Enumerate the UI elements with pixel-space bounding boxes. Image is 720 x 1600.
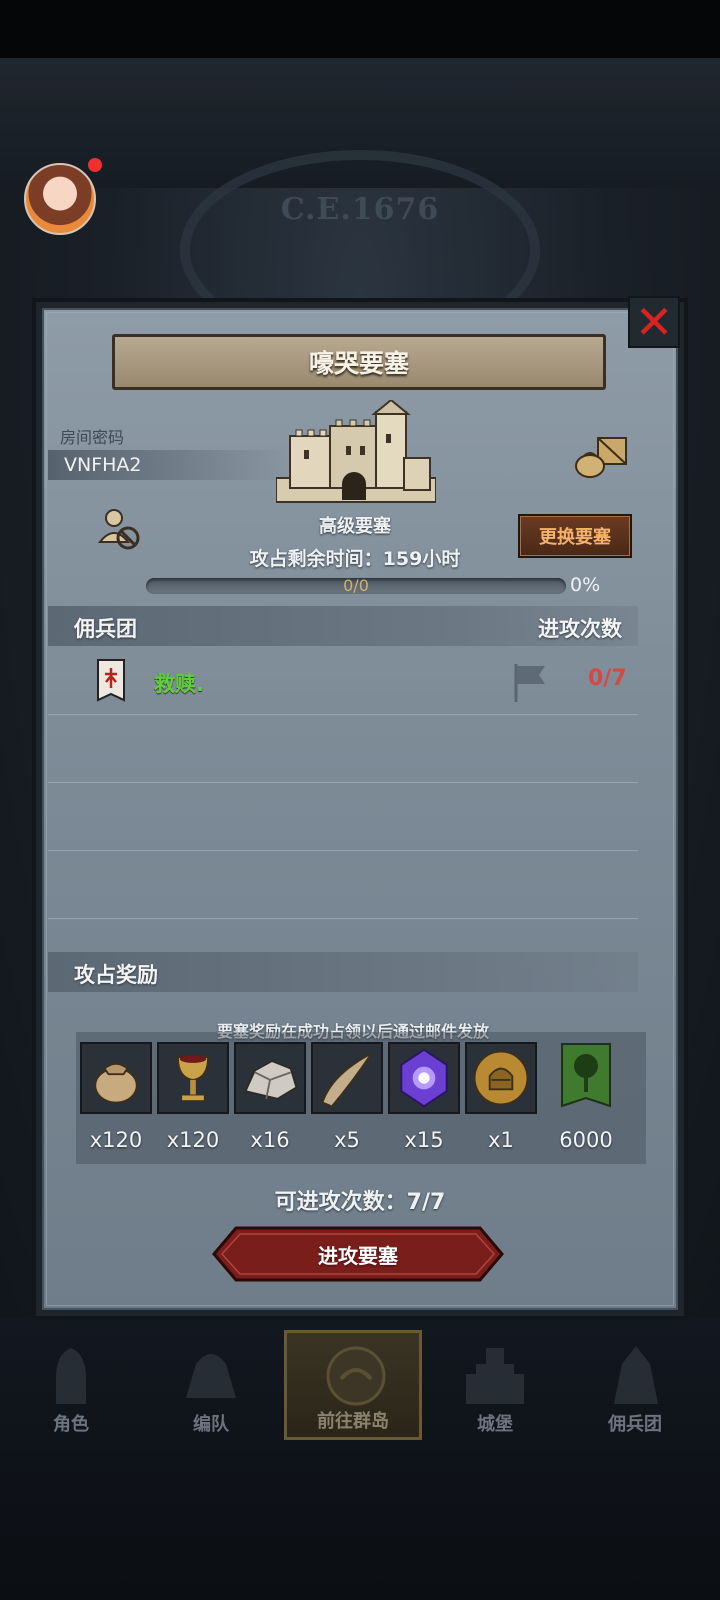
room-code-label: 房间密码 (60, 428, 125, 447)
attack-fortress-label: 进攻要塞 (318, 1244, 398, 1268)
title-banner: 嚎哭要塞 (112, 334, 606, 390)
knight-icon (56, 1348, 86, 1404)
reward-qty: x120 (166, 1128, 220, 1152)
nav-tab-castle[interactable]: 城堡 (430, 1330, 560, 1440)
year-label: C.E.1676 (280, 192, 440, 227)
row-divider (48, 782, 638, 783)
mercenary-icon (614, 1346, 658, 1404)
nav-tab-formation[interactable]: 编队 (146, 1330, 276, 1440)
nav-label: 前往群岛 (317, 1411, 389, 1432)
no-mercenary-icon (97, 509, 140, 550)
fortress-level: 高级要塞 (319, 516, 391, 537)
reward-qty: x1 (488, 1128, 514, 1152)
rewards-section-title: 攻占奖励 (74, 963, 158, 987)
purple-crystal-icon (388, 1042, 460, 1114)
guild-name: 救赎. (154, 672, 204, 696)
guild-banner-icon (97, 659, 125, 702)
player-avatar[interactable] (24, 163, 96, 235)
attack-fortress-button[interactable]: 进攻要塞 (212, 1226, 504, 1282)
reward-qty: x16 (250, 1128, 290, 1152)
horn-icon (311, 1042, 383, 1114)
row-divider (48, 850, 638, 851)
remaining-attacks: 可进攻次数：7/7 (274, 1190, 446, 1215)
capture-progress-percent: 0% (570, 574, 601, 596)
nav-tab-islands[interactable]: 前往群岛 (284, 1330, 422, 1440)
close-icon: ✕ (634, 295, 674, 349)
flag-icon (514, 664, 545, 702)
nav-label: 编队 (193, 1414, 229, 1435)
nav-tab-character[interactable]: 角色 (6, 1330, 136, 1440)
time-remaining: 攻占剩余时间：159小时 (249, 548, 461, 570)
fortress-castle-icon (276, 400, 436, 503)
modal-title: 嚎哭要塞 (308, 349, 409, 378)
mercenary-section-title: 佣兵团 (74, 617, 137, 641)
helmet-medal-icon (465, 1042, 537, 1114)
reward-qty: x15 (404, 1128, 444, 1152)
row-divider (48, 714, 638, 715)
reward-qty: 6000 (559, 1128, 613, 1152)
goblet-icon (157, 1042, 229, 1114)
reward-qty: x5 (334, 1128, 360, 1152)
sack-icon (80, 1042, 152, 1114)
reward-qty: x120 (89, 1128, 143, 1152)
supplies-icon[interactable] (574, 434, 630, 478)
nav-label: 角色 (53, 1414, 89, 1435)
change-fortress-button[interactable]: 更换要塞 (518, 514, 632, 558)
nav-label: 城堡 (477, 1414, 513, 1435)
close-button[interactable]: ✕ (628, 296, 680, 348)
change-fortress-label: 更换要塞 (539, 527, 611, 548)
helmet-icon (186, 1354, 236, 1398)
tree-banner-icon (561, 1043, 611, 1108)
row-divider (48, 918, 638, 919)
islands-icon (326, 1346, 386, 1406)
status-bar (0, 0, 720, 58)
nav-tab-mercenary[interactable]: 佣兵团 (570, 1330, 700, 1440)
ore-icon (234, 1042, 306, 1114)
nav-label: 佣兵团 (608, 1414, 662, 1435)
castle-icon (466, 1348, 524, 1404)
room-code-value: VNFHA2 (64, 454, 142, 476)
attack-count-header: 进攻次数 (538, 617, 622, 641)
capture-progress-text: 0/0 (343, 576, 369, 595)
guild-attack-count: 0/7 (588, 666, 627, 691)
notification-dot (88, 158, 102, 172)
